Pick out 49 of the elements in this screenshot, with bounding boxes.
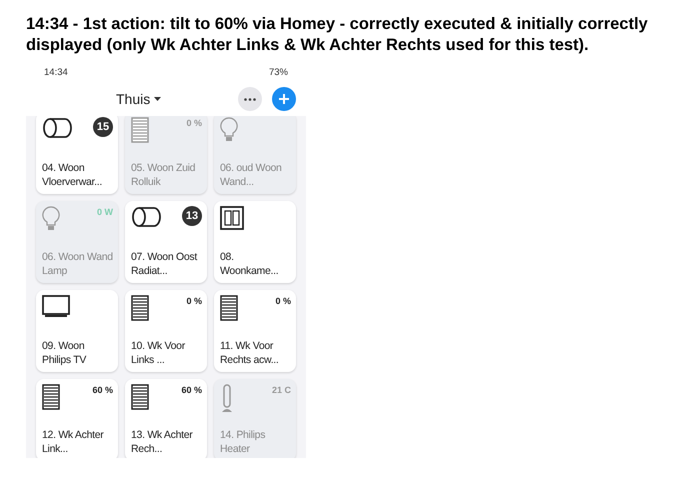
cylinder-icon bbox=[42, 117, 72, 139]
device-name: 12. Wk Achter Link... bbox=[42, 428, 104, 456]
television-icon bbox=[42, 295, 70, 319]
more-icon bbox=[244, 98, 256, 100]
add-button[interactable] bbox=[272, 87, 296, 111]
device-value: 0 W bbox=[96, 206, 113, 219]
device-tile[interactable]: 08. Woonkame... bbox=[214, 201, 296, 283]
home-dropdown[interactable]: Thuis bbox=[116, 88, 162, 110]
cylinder-icon bbox=[131, 206, 161, 228]
count-badge: 13 bbox=[182, 206, 202, 226]
caption-text: 14:34 - 1st action: tilt to 60% via Homey - correctly executed & initially correctly displayed (only Wk Achter Links & Wk Achter Rechts used for this test). bbox=[25, 14, 649, 56]
more-button[interactable] bbox=[238, 87, 262, 111]
battery-level: 73% bbox=[268, 66, 288, 80]
device-name: 04. Woon Vloerverwar... bbox=[42, 161, 103, 189]
device-tile[interactable]: 60 % 13. Wk Achter Rech... bbox=[125, 379, 207, 458]
device-value: 21 C bbox=[272, 384, 291, 397]
window-blind-icon bbox=[131, 295, 149, 321]
device-value: 60 % bbox=[181, 384, 202, 397]
device-tile[interactable]: 0 % 11. Wk Voor Rechts acw... bbox=[214, 290, 296, 372]
device-tile[interactable]: 13 07. Woon Oost Radiat... bbox=[125, 201, 207, 283]
window-blind-icon bbox=[42, 384, 60, 410]
wall-switch-icon bbox=[220, 206, 244, 230]
device-name: 07. Woon Oost Radiat... bbox=[131, 250, 198, 278]
device-tile[interactable]: 09. Woon Philips TV bbox=[36, 290, 118, 372]
plus-icon bbox=[278, 93, 290, 105]
window-blind-icon bbox=[220, 295, 238, 321]
device-name: 09. Woon Philips TV bbox=[42, 339, 88, 367]
device-tile[interactable]: 15 04. Woon Vloerverwar... bbox=[36, 116, 118, 194]
device-name: 13. Wk Achter Rech... bbox=[131, 428, 194, 456]
device-tile[interactable]: 60 % 12. Wk Achter Link... bbox=[36, 379, 118, 458]
count-badge: 15 bbox=[93, 117, 113, 137]
light-bulb-icon bbox=[220, 117, 238, 143]
device-name: 06. oud Woon Wand... bbox=[220, 161, 283, 189]
window-blind-icon bbox=[131, 384, 149, 410]
device-name: 10. Wk Voor Links ... bbox=[131, 339, 186, 367]
light-bulb-icon bbox=[42, 206, 60, 232]
device-name: 11. Wk Voor Rechts acw... bbox=[220, 339, 280, 367]
device-value: 0 % bbox=[186, 295, 202, 308]
caret-icon bbox=[154, 96, 162, 102]
device-value: 60 % bbox=[92, 384, 113, 397]
device-value: 0 % bbox=[275, 295, 291, 308]
tower-heater-icon bbox=[220, 384, 234, 414]
device-name: 05. Woon Zuid Rolluik bbox=[131, 161, 196, 189]
device-value: 0 % bbox=[186, 117, 202, 130]
device-tile[interactable]: 0 % 10. Wk Voor Links ... bbox=[125, 290, 207, 372]
device-name: 14. Philips Heater bbox=[220, 428, 266, 456]
status-time: 14:34 bbox=[44, 66, 68, 80]
device-name: 06. Woon Wand Lamp bbox=[42, 250, 113, 278]
device-name: 08. Woonkame... bbox=[220, 250, 280, 278]
